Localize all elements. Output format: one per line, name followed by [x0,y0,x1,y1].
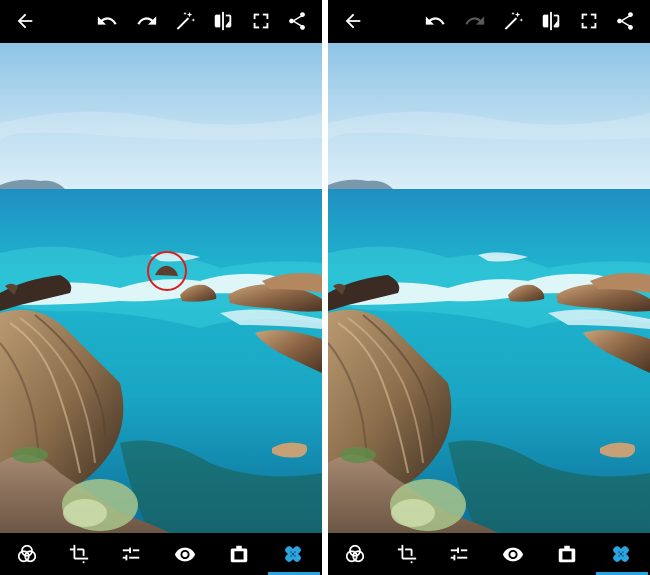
frame-icon[interactable] [554,541,580,567]
healing-icon[interactable] [280,541,306,567]
fullscreen-icon[interactable] [248,8,274,34]
compare-icon[interactable] [210,8,236,34]
before-panel [0,0,322,575]
compare-icon[interactable] [538,8,564,34]
looks-icon[interactable] [14,541,40,567]
after-panel [328,0,650,575]
back-arrow-icon[interactable] [12,8,38,34]
undo-icon[interactable] [94,8,120,34]
coastal-photo-edited[interactable] [328,43,650,533]
magic-wand-icon[interactable] [500,8,526,34]
top-toolbar [0,0,322,43]
bottom-toolbar [0,533,322,575]
eye-icon[interactable] [172,541,198,567]
adjust-sliders-icon[interactable] [446,541,472,567]
crop-icon[interactable] [394,541,420,567]
top-toolbar [328,0,650,43]
redo-icon [462,8,488,34]
magic-wand-icon[interactable] [172,8,198,34]
eye-icon[interactable] [500,541,526,567]
share-icon[interactable] [284,8,310,34]
back-arrow-icon[interactable] [340,8,366,34]
share-icon[interactable] [612,8,638,34]
adjust-sliders-icon[interactable] [118,541,144,567]
undo-icon[interactable] [422,8,448,34]
bottom-toolbar [328,533,650,575]
redo-icon[interactable] [134,8,160,34]
healing-icon[interactable] [608,541,634,567]
crop-icon[interactable] [66,541,92,567]
fullscreen-icon[interactable] [576,8,602,34]
looks-icon[interactable] [342,541,368,567]
frame-icon[interactable] [226,541,252,567]
coastal-photo[interactable] [0,43,322,533]
